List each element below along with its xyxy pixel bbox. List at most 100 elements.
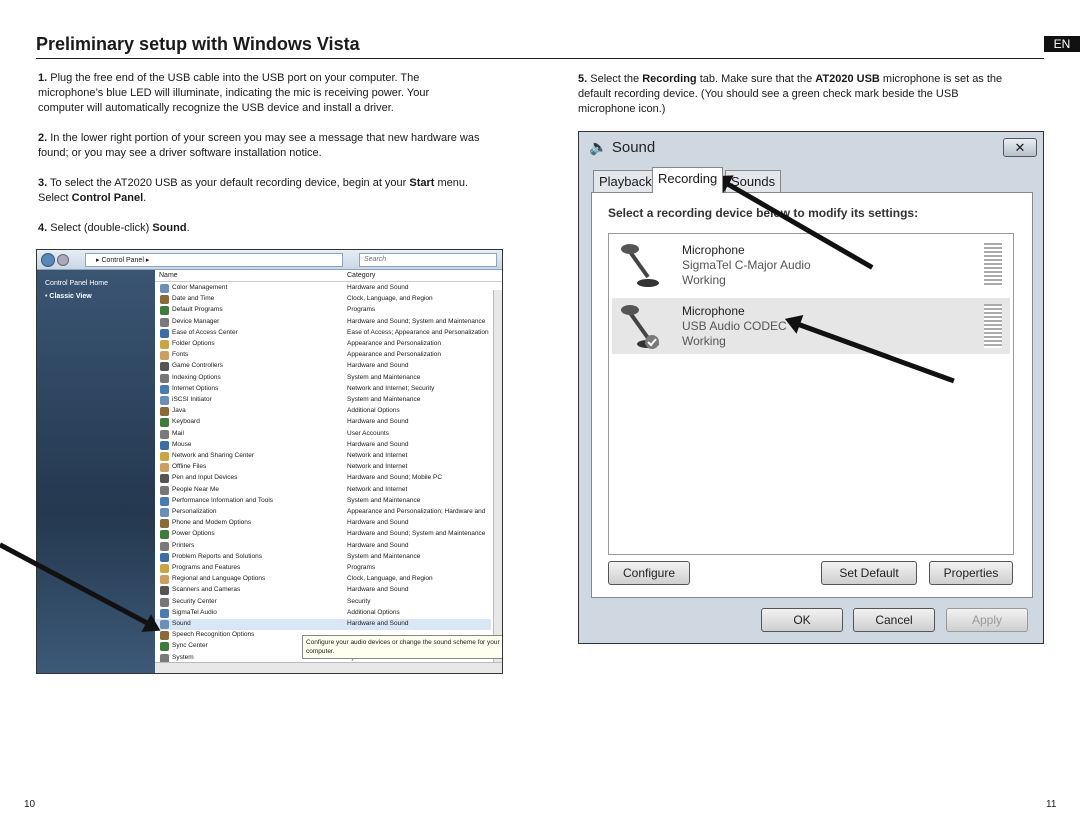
page-number-right: 11 <box>1046 799 1057 810</box>
list-item[interactable]: Security Center Security <box>155 597 491 608</box>
sidebar-item-classic-view[interactable]: • Classic View <box>45 293 147 300</box>
ok-button[interactable]: OK <box>761 608 843 632</box>
list-item[interactable]: Personalization Appearance and Personaliz… <box>155 507 491 518</box>
vertical-scrollbar[interactable] <box>493 290 502 673</box>
column-category[interactable]: Category <box>347 272 375 279</box>
item-category: Additional Options <box>347 407 400 415</box>
list-item[interactable]: Ease of Access Center Ease of Access; App… <box>155 328 491 339</box>
item-icon <box>160 429 169 439</box>
dialog-title: 🔈 Sound <box>589 139 656 156</box>
item-icon <box>160 608 169 618</box>
column-name[interactable]: Name <box>159 272 178 279</box>
item-icon <box>160 575 169 585</box>
list-item[interactable]: Pen and Input Devices Hardware and Sound;… <box>155 473 491 484</box>
item-name: Performance Information and Tools <box>172 496 274 504</box>
item-name: Regional and Language Options <box>172 575 266 583</box>
list-item[interactable]: Java Additional Options <box>155 406 491 417</box>
list-item[interactable]: Offline Files Network and Internet <box>155 462 491 473</box>
item-category: Security <box>347 597 371 605</box>
item-name: Color Management <box>172 284 228 291</box>
item-name: Printers <box>172 541 195 549</box>
item-icon <box>160 564 169 573</box>
horizontal-scrollbar[interactable] <box>155 662 502 673</box>
list-item[interactable]: Printers Hardware and Sound <box>155 541 491 552</box>
item-category: Network and Internet <box>347 452 408 459</box>
cancel-button[interactable]: Cancel <box>853 608 935 632</box>
item-name: iSCSI Initiator <box>172 396 212 403</box>
list-item[interactable]: Mouse Hardware and Sound <box>155 440 491 451</box>
apply-button[interactable]: Apply <box>946 608 1028 632</box>
item-category: Hardware and Sound <box>347 440 409 448</box>
list-item[interactable]: Internet Options Network and Internet; Se… <box>155 384 491 395</box>
close-button[interactable]: ✕ <box>1003 138 1037 157</box>
set-default-button[interactable]: Set Default <box>821 561 917 585</box>
list-item[interactable]: Indexing Options System and Maintenance <box>155 373 491 384</box>
item-name: Game Controllers <box>172 362 223 370</box>
item-name: Fonts <box>172 351 189 359</box>
list-item[interactable]: Keyboard Hardware and Sound <box>155 417 491 428</box>
step-1: 1. Plug the free end of the USB cable in… <box>38 72 430 114</box>
tab-playback[interactable]: Playback <box>593 170 658 192</box>
list-item[interactable]: Color Management Hardware and Sound <box>155 283 491 294</box>
sidebar: Control Panel Home • Classic View <box>37 270 155 673</box>
item-category: Programs <box>347 306 376 314</box>
list-item[interactable]: Regional and Language Options Clock, Lang… <box>155 574 491 585</box>
item-name: Scanners and Cameras <box>172 586 241 594</box>
item-name: Speech Recognition Options <box>172 631 255 639</box>
item-name: Default Programs <box>172 306 223 314</box>
item-category: Clock, Language, and Region <box>347 295 433 303</box>
item-category: Network and Internet <box>347 485 408 493</box>
list-item[interactable]: Device Manager Hardware and Sound; System… <box>155 317 491 328</box>
list-item[interactable]: Folder Options Appearance and Personaliza… <box>155 339 491 350</box>
list-item[interactable]: Phone and Modem Options Hardware and Soun… <box>155 518 491 529</box>
item-category: Hardware and Sound <box>347 541 409 549</box>
list-item[interactable]: Programs and Features Programs <box>155 563 491 574</box>
item-icon <box>160 384 169 394</box>
title-rule <box>36 58 1044 59</box>
list-item[interactable]: SigmaTel Audio Additional Options <box>155 608 491 619</box>
tab-recording[interactable]: Recording <box>652 167 724 193</box>
item-category: Hardware and Sound <box>347 284 409 291</box>
item-icon <box>160 373 169 383</box>
level-meter <box>984 304 1002 348</box>
item-icon <box>160 541 169 551</box>
instruction-text: Select a recording device below to modif… <box>608 206 919 220</box>
item-icon <box>160 351 169 361</box>
item-name: Folder Options <box>172 340 215 347</box>
list-item[interactable]: iSCSI Initiator System and Maintenance <box>155 395 491 406</box>
list-item[interactable]: Default Programs Programs <box>155 305 491 316</box>
list-item[interactable]: Sound Hardware and Sound <box>155 619 491 630</box>
search-input[interactable]: Search <box>359 253 497 267</box>
item-category: Clock, Language, and Region <box>347 575 433 583</box>
list-item[interactable]: Scanners and Cameras Hardware and Sound <box>155 585 491 596</box>
address-field[interactable]: ▸ Control Panel ▸ <box>85 253 343 267</box>
list-item[interactable]: Network and Sharing Center Network and In… <box>155 451 491 462</box>
tooltip: Configure your audio devices or change t… <box>302 635 502 659</box>
item-category: Hardware and Sound; System and Maintenan… <box>347 317 486 325</box>
item-name: Device Manager <box>172 317 220 325</box>
forward-icon[interactable] <box>57 254 69 266</box>
item-category: Appearance and Personalization <box>347 340 441 347</box>
list-item[interactable]: Problem Reports and Solutions System and … <box>155 552 491 563</box>
sidebar-item-control-panel-home[interactable]: Control Panel Home <box>45 280 147 287</box>
configure-button[interactable]: Configure <box>608 561 690 585</box>
list-item[interactable]: Game Controllers Hardware and Sound <box>155 361 491 372</box>
item-icon <box>160 407 169 417</box>
item-category: Appearance and Personalization; Hardware… <box>347 508 486 515</box>
item-icon <box>160 284 169 293</box>
list-item[interactable]: Mail User Accounts <box>155 429 491 440</box>
list-item[interactable]: Power Options Hardware and Sound; System … <box>155 529 491 540</box>
item-icon <box>160 485 169 495</box>
back-icon[interactable] <box>41 253 55 267</box>
item-name: System <box>172 653 194 661</box>
list-item[interactable]: People Near Me Network and Internet <box>155 485 491 496</box>
list-header: Name Category <box>155 270 502 282</box>
list-item[interactable]: Date and Time Clock, Language, and Region <box>155 294 491 305</box>
device-list: Microphone SigmaTel C-Major Audio Workin… <box>608 233 1014 555</box>
step-5: 5. Select the Recording tab. Make sure t… <box>578 73 1003 115</box>
device-item[interactable]: Microphone SigmaTel C-Major Audio Workin… <box>612 237 1010 293</box>
item-category: User Accounts <box>347 429 389 437</box>
properties-button[interactable]: Properties <box>929 561 1013 585</box>
list-item[interactable]: Fonts Appearance and Personalization <box>155 350 491 361</box>
list-item[interactable]: Performance Information and Tools System … <box>155 496 491 507</box>
